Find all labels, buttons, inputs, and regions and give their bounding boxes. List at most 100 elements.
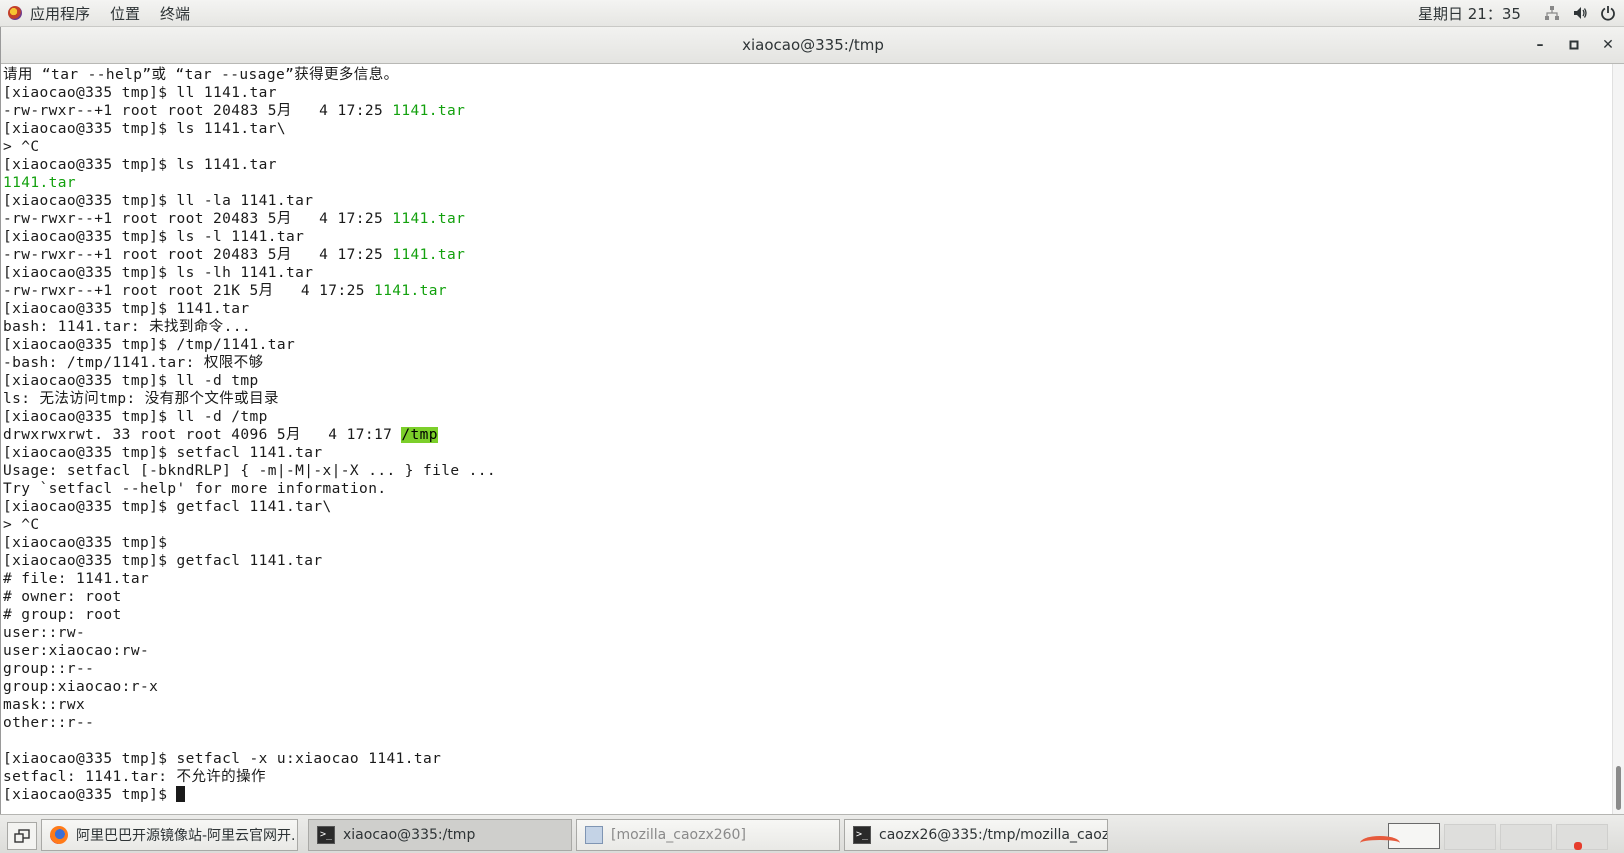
terminal-directory-highlight: /tmp: [401, 427, 438, 443]
terminal-line: > ^C: [3, 516, 1613, 534]
show-desktop-button[interactable]: [7, 822, 37, 850]
show-desktop-icon: [14, 829, 30, 843]
terminal-line-text: [xiaocao@335 tmp]$ ll -d /tmp: [3, 409, 268, 425]
terminal-line-text: > ^C: [3, 139, 40, 155]
terminal-line-text: [xiaocao@335 tmp]$ /tmp/1141.tar: [3, 337, 296, 353]
workspace-3[interactable]: [1500, 824, 1552, 850]
terminal-app-menu[interactable]: 终端: [150, 0, 200, 26]
terminal-line-text: mask::rwx: [3, 697, 86, 713]
terminal-line-text: [xiaocao@335 tmp]$ ls 1141.tar\: [3, 121, 287, 137]
terminal-icon: >_: [853, 826, 871, 844]
terminal-line: # group: root: [3, 606, 1613, 624]
terminal-line: [xiaocao@335 tmp]$ getfacl 1141.tar\: [3, 498, 1613, 516]
terminal-line: Try `setfacl --help' for more informatio…: [3, 480, 1613, 498]
terminal-line-text: -rw-rwxr--+1 root root 21K 5月 4 17:25: [3, 283, 374, 299]
terminal-line: 1141.tar: [3, 174, 1613, 192]
terminal-line-text: group::r--: [3, 661, 95, 677]
terminal-line: [xiaocao@335 tmp]$ 1141.tar: [3, 300, 1613, 318]
terminal-line-text: user:xiaocao:rw-: [3, 643, 150, 659]
terminal-app-menu-label: 终端: [160, 4, 191, 23]
taskbar-item-label: [mozilla_caozx260]: [611, 827, 746, 843]
maximize-button[interactable]: [1557, 27, 1591, 63]
gnome-foot-icon: [8, 6, 22, 20]
volume-icon: [1572, 5, 1588, 21]
terminal-line: [xiaocao@335 tmp]$: [3, 786, 1613, 804]
terminal-line: [xiaocao@335 tmp]$ ll -d tmp: [3, 372, 1613, 390]
taskbar-item-file-manager[interactable]: [mozilla_caozx260]: [576, 819, 840, 851]
taskbar-item-firefox[interactable]: 阿里巴巴开源镜像站-阿里云官网开...: [41, 819, 298, 851]
terminal-line: -rw-rwxr--+1 root root 21K 5月 4 17:25 11…: [3, 282, 1613, 300]
terminal-line: [xiaocao@335 tmp]$ ll -la 1141.tar: [3, 192, 1613, 210]
terminal-line: [xiaocao@335 tmp]$: [3, 534, 1613, 552]
terminal-line: other::r--: [3, 714, 1613, 732]
terminal-line-text: -bash: /tmp/1141.tar: 权限不够: [3, 355, 264, 371]
terminal-line: group:xiaocao:r-x: [3, 678, 1613, 696]
applications-menu-label: 应用程序: [30, 4, 91, 23]
terminal-line-text: ls: 无法访问tmp: 没有那个文件或目录: [3, 391, 279, 407]
terminal-line-text: # file: 1141.tar: [3, 571, 150, 587]
terminal-icon: >_: [317, 826, 335, 844]
terminal-line-text: [xiaocao@335 tmp]$: [3, 787, 177, 803]
window-titlebar[interactable]: xiaocao@335:/tmp – ✕: [1, 27, 1624, 64]
taskbar-item-label: caozx26@335:/tmp/mozilla_caozx···: [879, 827, 1108, 843]
terminal-line-text: # group: root: [3, 607, 122, 623]
terminal-filename-green: 1141.tar: [392, 103, 466, 119]
network-icon: [1544, 5, 1560, 21]
terminal-line-text: -rw-rwxr--+1 root root 20483 5月 4 17:25: [3, 103, 393, 119]
taskbar-item-terminal-caozx26[interactable]: >_ caozx26@335:/tmp/mozilla_caozx···: [844, 819, 1108, 851]
terminal-output[interactable]: 请用 “tar --help”或 “tar --usage”获得更多信息。 [xi…: [1, 64, 1613, 814]
workspace-2[interactable]: [1444, 824, 1496, 850]
terminal-line-text: -rw-rwxr--+1 root root 20483 5月 4 17:25: [3, 247, 393, 263]
terminal-line-text: 请用 “tar --help”或 “tar --usage”获得更多信息。: [3, 67, 399, 83]
terminal-line: -rw-rwxr--+1 root root 20483 5月 4 17:25 …: [3, 246, 1613, 264]
terminal-line-text: Try `setfacl --help' for more informatio…: [3, 481, 387, 497]
close-button[interactable]: ✕: [1591, 27, 1624, 63]
terminal-line: > ^C: [3, 138, 1613, 156]
terminal-line-text: [xiaocao@335 tmp]$ 1141.tar: [3, 301, 250, 317]
terminal-line: Usage: setfacl [-bkndRLP] { -m|-M|-x|-X …: [3, 462, 1613, 480]
taskbar-item-label: xiaocao@335:/tmp: [343, 827, 476, 843]
terminal-text: 请用 “tar --help”或 “tar --usage”获得更多信息。 [xi…: [1, 64, 1613, 804]
terminal-line-text: setfacl: 1141.tar: 不允许的操作: [3, 769, 266, 785]
firefox-icon: [50, 826, 68, 844]
minimize-button[interactable]: –: [1523, 27, 1557, 63]
scrollbar-thumb[interactable]: [1616, 766, 1621, 810]
terminal-line: [xiaocao@335 tmp]$ setfacl 1141.tar: [3, 444, 1613, 462]
file-manager-icon: [585, 826, 603, 844]
terminal-line-text: [xiaocao@335 tmp]$ getfacl 1141.tar: [3, 553, 323, 569]
top-bar: 应用程序 位置 终端 星期日 21：35: [0, 0, 1624, 27]
terminal-scrollbar[interactable]: [1612, 64, 1624, 814]
terminal-line-text: Usage: setfacl [-bkndRLP] { -m|-M|-x|-X …: [3, 463, 497, 479]
terminal-line-text: [xiaocao@335 tmp]$ ll 1141.tar: [3, 85, 277, 101]
taskbar-item-terminal-xiaocao[interactable]: >_ xiaocao@335:/tmp: [308, 819, 572, 851]
terminal-line: [xiaocao@335 tmp]$ ls -l 1141.tar: [3, 228, 1613, 246]
workspace-4[interactable]: [1556, 824, 1608, 850]
power-icon: [1600, 5, 1616, 21]
clock[interactable]: 星期日 21：35: [1418, 0, 1521, 26]
terminal-line-text: [xiaocao@335 tmp]$: [3, 535, 168, 551]
terminal-line-text: [xiaocao@335 tmp]$ ll -la 1141.tar: [3, 193, 314, 209]
terminal-line: # owner: root: [3, 588, 1613, 606]
terminal-line: setfacl: 1141.tar: 不允许的操作: [3, 768, 1613, 786]
terminal-filename-green: 1141.tar: [3, 175, 77, 191]
annotation-dot: [1574, 842, 1582, 850]
terminal-line: bash: 1141.tar: 未找到命令...: [3, 318, 1613, 336]
terminal-filename-green: 1141.tar: [392, 211, 466, 227]
maximize-icon: [1569, 40, 1579, 50]
terminal-line-text: > ^C: [3, 517, 40, 533]
terminal-filename-green: 1141.tar: [373, 283, 448, 299]
system-tray[interactable]: [1544, 0, 1616, 26]
terminal-line-text: other::r--: [3, 715, 95, 731]
terminal-line-text: bash: 1141.tar: 未找到命令...: [3, 319, 251, 335]
terminal-line-text: -rw-rwxr--+1 root root 20483 5月 4 17:25: [3, 211, 393, 227]
applications-menu[interactable]: 应用程序: [0, 0, 100, 26]
places-menu[interactable]: 位置: [100, 0, 150, 26]
terminal-line: -rw-rwxr--+1 root root 20483 5月 4 17:25 …: [3, 210, 1613, 228]
terminal-line: user::rw-: [3, 624, 1613, 642]
terminal-window: xiaocao@335:/tmp – ✕ 请用 “tar --help”或 “t…: [0, 27, 1624, 814]
terminal-line-text: group:xiaocao:r-x: [3, 679, 159, 695]
places-menu-label: 位置: [110, 4, 141, 23]
terminal-line: 请用 “tar --help”或 “tar --usage”获得更多信息。: [3, 66, 1613, 84]
terminal-line: [xiaocao@335 tmp]$ ll 1141.tar: [3, 84, 1613, 102]
